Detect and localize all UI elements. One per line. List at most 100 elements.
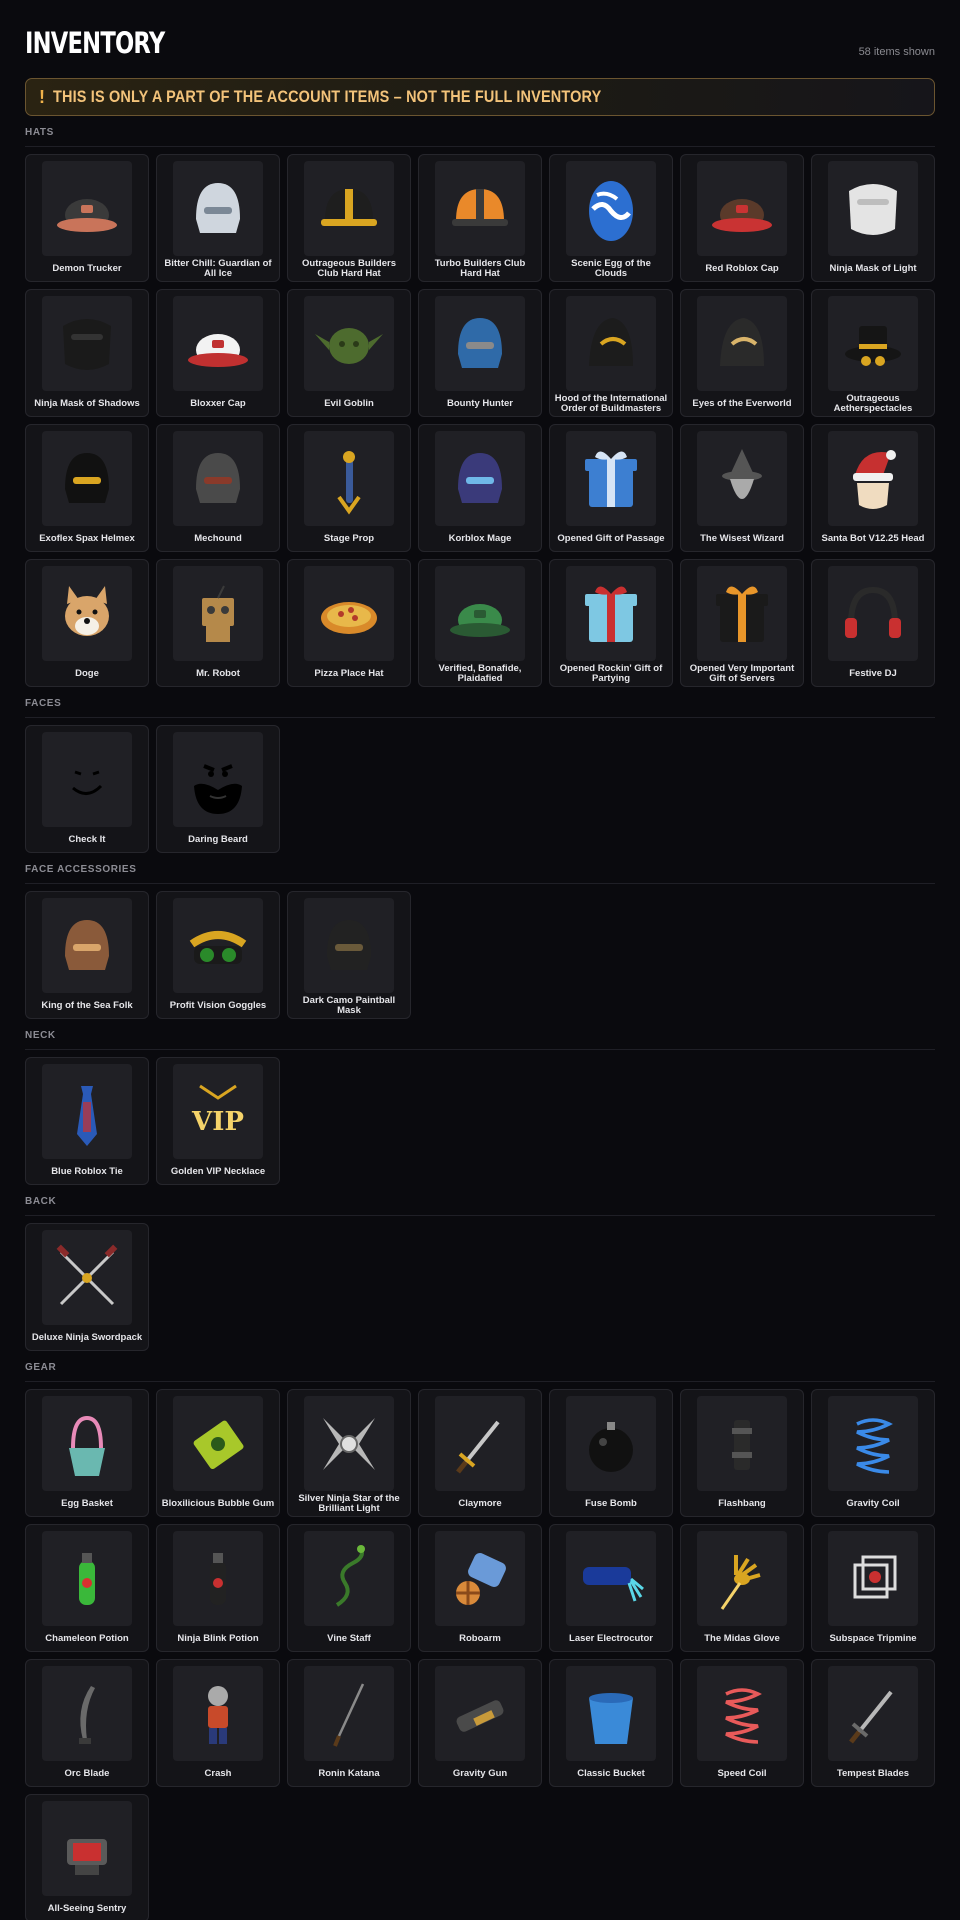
gift-icon	[566, 431, 656, 526]
item-label: Dark Camo Paintball Mask	[302, 995, 396, 1016]
item-card[interactable]: Festive DJ	[811, 559, 935, 687]
coil-icon	[697, 1666, 787, 1761]
item-card[interactable]: Bloxxer Cap	[156, 289, 280, 417]
item-card[interactable]: Exoflex Spax Helmex	[25, 424, 149, 552]
bucket-icon	[566, 1666, 656, 1761]
item-card[interactable]: Scenic Egg of the Clouds	[549, 154, 673, 282]
item-card[interactable]: Eyes of the Everworld	[680, 289, 804, 417]
item-label: Ninja Mask of Shadows	[34, 398, 140, 409]
item-card[interactable]: Tempest Blades	[811, 1659, 935, 1787]
item-card[interactable]: Opened Very Important Gift of Servers	[680, 559, 804, 687]
item-label: Festive DJ	[849, 668, 897, 679]
item-card[interactable]: Ninja Blink Potion	[156, 1524, 280, 1652]
item-label: King of the Sea Folk	[41, 1000, 133, 1011]
item-card[interactable]: Bloxilicious Bubble Gum	[156, 1389, 280, 1517]
plaid-cap-icon	[435, 566, 525, 661]
inventory-sections: HATS Demon Trucker Bitter Chill: Guardian …	[25, 119, 935, 1920]
item-label: Silver Ninja Star of the Brilliant Light	[298, 1493, 400, 1514]
item-label: Bloxxer Cap	[190, 398, 246, 409]
cap-icon	[173, 296, 263, 391]
item-card[interactable]: Speed Coil	[680, 1659, 804, 1787]
item-label: Hood of the International Order of Build…	[554, 393, 668, 414]
item-label: Mechound	[194, 533, 242, 544]
item-card[interactable]: Dark Camo Paintball Mask	[287, 891, 411, 1019]
ice-guardian-icon	[173, 161, 263, 256]
section-title: FACES	[25, 698, 62, 709]
item-card[interactable]: Pizza Place Hat	[287, 559, 411, 687]
item-card[interactable]: Evil Goblin	[287, 289, 411, 417]
item-card[interactable]: King of the Sea Folk	[25, 891, 149, 1019]
item-card[interactable]: Daring Beard	[156, 725, 280, 853]
item-card[interactable]: Gravity Gun	[418, 1659, 542, 1787]
item-card[interactable]: Outrageous Builders Club Hard Hat	[287, 154, 411, 282]
item-card[interactable]: Mechound	[156, 424, 280, 552]
item-card[interactable]: Verified, Bonafide, Plaidafied	[418, 559, 542, 687]
helmet-icon	[42, 431, 132, 526]
item-card[interactable]: Demon Trucker	[25, 154, 149, 282]
item-card[interactable]: Roboarm	[418, 1524, 542, 1652]
item-card[interactable]: Chameleon Potion	[25, 1524, 149, 1652]
item-label: Opened Very Important Gift of Servers	[689, 663, 795, 684]
item-card[interactable]: Bitter Chill: Guardian of All Ice	[156, 154, 280, 282]
inventory-page: INVENTORY 58 items shown ! THIS IS ONLY …	[25, 0, 935, 1920]
item-card[interactable]: Opened Rockin' Gift of Partying	[549, 559, 673, 687]
item-card[interactable]: Silver Ninja Star of the Brilliant Light	[287, 1389, 411, 1517]
item-card[interactable]: Profit Vision Goggles	[156, 891, 280, 1019]
wizard-icon	[697, 431, 787, 526]
item-label: Daring Beard	[188, 834, 248, 845]
item-card[interactable]: Opened Gift of Passage	[549, 424, 673, 552]
item-card[interactable]: Deluxe Ninja Swordpack	[25, 1223, 149, 1351]
item-card[interactable]: Laser Electrocutor	[549, 1524, 673, 1652]
item-card[interactable]: Gravity Coil	[811, 1389, 935, 1517]
item-card[interactable]: Mr. Robot	[156, 559, 280, 687]
item-card[interactable]: Stage Prop	[287, 424, 411, 552]
potion-icon	[42, 1531, 132, 1626]
item-card[interactable]: Flashbang	[680, 1389, 804, 1517]
item-card[interactable]: Santa Bot V12.25 Head	[811, 424, 935, 552]
item-card[interactable]: Turbo Builders Club Hard Hat	[418, 154, 542, 282]
item-label: Profit Vision Goggles	[169, 1000, 267, 1011]
cap-icon	[697, 161, 787, 256]
bomb-icon	[566, 1396, 656, 1491]
section-title: HATS	[25, 127, 54, 138]
item-label: Subspace Tripmine	[829, 1633, 917, 1644]
item-card[interactable]: Claymore	[418, 1389, 542, 1517]
item-card[interactable]: Ninja Mask of Shadows	[25, 289, 149, 417]
item-card[interactable]: Doge	[25, 559, 149, 687]
warning-banner: ! THIS IS ONLY A PART OF THE ACCOUNT ITE…	[25, 78, 935, 116]
helmet-icon	[435, 296, 525, 391]
item-card[interactable]: Outrageous Aetherspectacles	[811, 289, 935, 417]
item-card[interactable]: Vine Staff	[287, 1524, 411, 1652]
item-card[interactable]: Orc Blade	[25, 1659, 149, 1787]
item-card[interactable]: The Midas Glove	[680, 1524, 804, 1652]
necklace-icon: VIP	[173, 1064, 263, 1159]
item-card[interactable]: Egg Basket	[25, 1389, 149, 1517]
item-label: Opened Gift of Passage	[557, 533, 665, 544]
item-label: Blue Roblox Tie	[51, 1166, 123, 1177]
item-card[interactable]: Bounty Hunter	[418, 289, 542, 417]
section-faces: FACES Check It Daring Beard	[25, 690, 935, 853]
item-label: Check It	[68, 834, 106, 845]
item-card[interactable]: Ronin Katana	[287, 1659, 411, 1787]
item-card[interactable]: Hood of the International Order of Build…	[549, 289, 673, 417]
item-label: Bitter Chill: Guardian of All Ice	[164, 258, 272, 279]
item-card[interactable]: All-Seeing Sentry	[25, 1794, 149, 1920]
item-card[interactable]: Check It	[25, 725, 149, 853]
item-card[interactable]: Subspace Tripmine	[811, 1524, 935, 1652]
item-card[interactable]: Korblox Mage	[418, 424, 542, 552]
item-card[interactable]: Crash	[156, 1659, 280, 1787]
item-label: Stage Prop	[323, 533, 375, 544]
item-label: Verified, Bonafide, Plaidafied	[438, 663, 522, 684]
item-card[interactable]: Fuse Bomb	[549, 1389, 673, 1517]
item-card[interactable]: Red Roblox Cap	[680, 154, 804, 282]
item-card[interactable]: VIP Golden VIP Necklace	[156, 1057, 280, 1185]
item-card[interactable]: Blue Roblox Tie	[25, 1057, 149, 1185]
item-card[interactable]: Classic Bucket	[549, 1659, 673, 1787]
item-card[interactable]: The Wisest Wizard	[680, 424, 804, 552]
item-label: Exoflex Spax Helmex	[39, 533, 135, 544]
eyes-icon	[697, 296, 787, 391]
egg-icon	[566, 161, 656, 256]
goblin-icon	[304, 296, 394, 391]
item-card[interactable]: Ninja Mask of Light	[811, 154, 935, 282]
item-label: Korblox Mage	[448, 533, 512, 544]
